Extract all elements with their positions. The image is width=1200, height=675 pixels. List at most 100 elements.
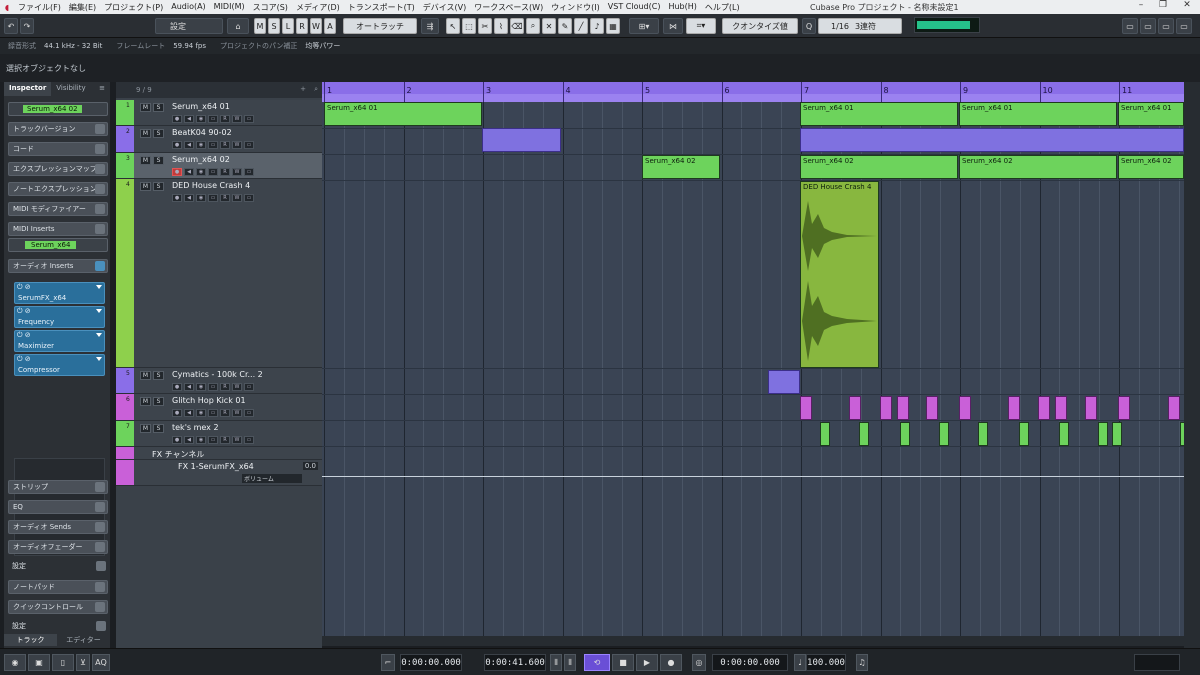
left-locator-display[interactable]: 0:00:00.000 xyxy=(400,654,462,671)
track-color-strip[interactable] xyxy=(116,447,134,459)
event-serum-01[interactable]: Serum_x64 01 xyxy=(800,102,958,126)
activate-project-icon[interactable]: ◉ xyxy=(4,654,26,671)
track-control-button[interactable]: W xyxy=(232,168,242,176)
track-color-strip[interactable]: 3 xyxy=(116,153,134,178)
track-name[interactable]: DED House Crash 4 xyxy=(172,181,250,190)
track-row[interactable]: 3 M S Serum_x64 02 ● ◀ ◉ ▭ R W ▭ xyxy=(116,153,322,179)
inspector-section[interactable]: コード xyxy=(8,142,108,156)
audio-performance-icon[interactable]: ▯ xyxy=(52,654,74,671)
track-name[interactable]: Glitch Hop Kick 01 xyxy=(172,396,246,405)
chevron-down-icon[interactable] xyxy=(96,357,102,361)
mode-r-button[interactable]: R xyxy=(296,18,308,34)
loop-range[interactable] xyxy=(322,94,1184,102)
inspector-section[interactable]: EQ xyxy=(8,500,108,514)
line-tool-icon[interactable]: ╱ xyxy=(574,18,588,34)
track-name[interactable]: Cymatics - 100k Cr... 2 xyxy=(172,370,263,379)
close-icon[interactable]: ✕ xyxy=(1176,0,1198,14)
track-control-button[interactable]: R xyxy=(220,436,230,444)
menu-item[interactable]: ウィンドウ(I) xyxy=(547,2,604,13)
instrument-slot[interactable]: Serum_x64 xyxy=(8,238,108,252)
record-enable-button[interactable]: ● xyxy=(172,436,182,444)
punch-out-icon[interactable]: ⫴ xyxy=(564,654,576,671)
insert-power-icon[interactable]: ⏻ ⊘ xyxy=(15,307,104,317)
track-control-button[interactable]: ▭ xyxy=(244,409,254,417)
position-display[interactable]: 0:00:00.000 xyxy=(712,654,788,671)
record-enable-button[interactable]: ● xyxy=(172,194,182,202)
track-control-button[interactable]: ◀ xyxy=(184,383,194,391)
event-tek[interactable] xyxy=(1059,422,1069,446)
menu-item[interactable]: ヘルプ(L) xyxy=(701,2,744,13)
track-control-button[interactable]: W xyxy=(232,194,242,202)
track-name[interactable]: FX 1-SerumFX_x64 xyxy=(178,462,254,471)
punch-in-icon[interactable]: ⫴ xyxy=(550,654,562,671)
menu-item[interactable]: プロジェクト(P) xyxy=(100,2,167,13)
solo-button[interactable]: S xyxy=(153,129,164,138)
autoscroll-icon[interactable]: ⇶ xyxy=(421,18,439,34)
solo-button[interactable]: S xyxy=(153,182,164,191)
event-serum-02[interactable]: Serum_x64 02 xyxy=(800,155,958,179)
event-serum-01[interactable]: Serum_x64 01 xyxy=(959,102,1117,126)
track-name[interactable]: Serum_x64 01 xyxy=(172,102,230,111)
track-control-button[interactable]: W xyxy=(232,383,242,391)
track-control-button[interactable]: R xyxy=(220,168,230,176)
inspector-section[interactable]: クイックコントロール xyxy=(8,600,108,614)
track-control-button[interactable]: ▭ xyxy=(244,168,254,176)
layout-top-icon[interactable]: ▭ xyxy=(1140,18,1156,34)
insert-power-icon[interactable]: ⏻ ⊘ xyxy=(15,355,104,365)
event-kick[interactable] xyxy=(800,396,812,420)
sample-rate-value[interactable]: 44.1 kHz - 32 Bit xyxy=(44,42,102,50)
track-control-button[interactable]: W xyxy=(232,409,242,417)
event-kick[interactable] xyxy=(1168,396,1180,420)
play-button[interactable]: ▶ xyxy=(636,654,658,671)
track-control-button[interactable]: ◉ xyxy=(196,168,206,176)
play-tool-icon[interactable]: ♪ xyxy=(590,18,604,34)
track-name[interactable]: tek's mex 2 xyxy=(172,423,219,432)
inserts-bypass-icon[interactable] xyxy=(95,261,105,271)
mute-button[interactable]: M xyxy=(140,103,151,112)
track-color-strip[interactable]: 5 xyxy=(116,368,134,393)
event-tek[interactable] xyxy=(1112,422,1122,446)
track-control-button[interactable]: W xyxy=(232,141,242,149)
inspector-section[interactable]: オーディオフェーダー xyxy=(8,540,108,554)
event-serum-02[interactable]: Serum_x64 02 xyxy=(959,155,1117,179)
pan-law-value[interactable]: 均等パワー xyxy=(305,42,340,50)
quantize-icon[interactable]: Q xyxy=(802,18,816,34)
event-kick[interactable] xyxy=(897,396,909,420)
track-control-button[interactable]: ◀ xyxy=(184,409,194,417)
track-row[interactable]: 4 M S DED House Crash 4 ● ◀ ◉ ▭ R W ▭ xyxy=(116,179,322,368)
project-window[interactable]: Serum_x64 01 Serum_x64 01 Serum_x64 01 S… xyxy=(322,102,1184,646)
grid-type-selector[interactable]: ⌗▾ xyxy=(686,18,716,34)
event-kick[interactable] xyxy=(926,396,938,420)
ruler[interactable]: 1 2 3 4 5 6 7 8 9 10 11 xyxy=(322,82,1184,102)
solo-button[interactable]: S xyxy=(153,103,164,112)
insert-slot[interactable]: ⏻ ⊘ Maximizer xyxy=(14,330,105,352)
glue-tool-icon[interactable]: ⌇ xyxy=(494,18,508,34)
snap-type-icon[interactable]: ⋈ xyxy=(663,18,683,34)
inspector-section[interactable]: エクスプレッションマップ xyxy=(8,162,108,176)
inspector-section[interactable]: MIDI モディファイアー xyxy=(8,202,108,216)
track-control-button[interactable]: W xyxy=(232,436,242,444)
mute-button[interactable]: M xyxy=(140,424,151,433)
menu-item[interactable]: Hub(H) xyxy=(664,2,700,13)
track-control-button[interactable]: ▭ xyxy=(208,383,218,391)
solo-button[interactable]: S xyxy=(153,371,164,380)
fx-volume[interactable]: 0.0 xyxy=(302,462,318,470)
menu-item[interactable]: VST Cloud(C) xyxy=(604,2,665,13)
insert-slot[interactable]: ⏻ ⊘ Compressor xyxy=(14,354,105,376)
event-tek[interactable] xyxy=(1019,422,1029,446)
mute-button[interactable]: M xyxy=(140,129,151,138)
track-control-button[interactable]: ◀ xyxy=(184,436,194,444)
record-enable-button[interactable]: ● xyxy=(172,141,182,149)
cycle-button[interactable]: ⟲ xyxy=(584,654,610,671)
mode-m-button[interactable]: M xyxy=(254,18,266,34)
audio-inserts-section[interactable]: オーディオ Inserts xyxy=(8,259,108,273)
event-beat[interactable] xyxy=(800,128,1184,152)
quantize-selector[interactable]: クオンタイズ値 xyxy=(722,18,798,34)
inspector-section[interactable]: ノートエクスプレッション xyxy=(8,182,108,196)
vertical-scrollbar[interactable] xyxy=(1184,82,1200,648)
gear-icon[interactable] xyxy=(96,561,106,571)
click-icon[interactable]: ♫ xyxy=(856,654,868,671)
event-tek[interactable] xyxy=(939,422,949,446)
track-control-button[interactable]: ▭ xyxy=(208,115,218,123)
event-kick[interactable] xyxy=(1118,396,1130,420)
